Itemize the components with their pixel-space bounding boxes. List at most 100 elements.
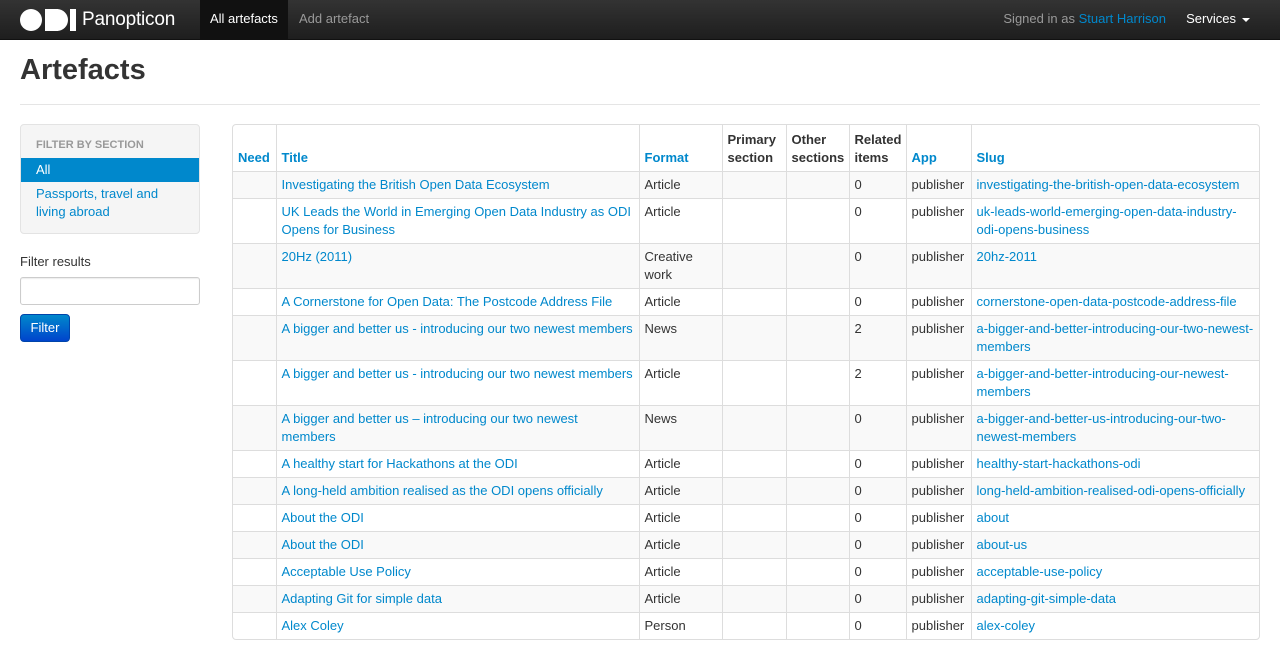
cell-slug[interactable]: healthy-start-hackathons-odi	[970, 449, 1259, 477]
cell-need	[233, 242, 276, 288]
cell-primary-section	[721, 404, 786, 450]
cell-app: publisher	[905, 197, 971, 243]
table-row: Alex Coley Person 0 publisher alex-coley	[233, 611, 1259, 639]
cell-app: publisher	[905, 287, 971, 315]
filter-results-label: Filter results	[20, 254, 91, 269]
column-slug[interactable]: Slug	[970, 125, 1259, 171]
signed-in-prefix: Signed in as	[1003, 11, 1075, 26]
cell-title[interactable]: About the ODI	[275, 530, 639, 558]
cell-title[interactable]: A healthy start for Hackathons at the OD…	[275, 449, 639, 477]
cell-related-items: 0	[848, 530, 906, 558]
cell-primary-section	[721, 584, 786, 612]
column-format[interactable]: Format	[638, 125, 722, 171]
cell-primary-section	[721, 170, 786, 198]
column-title[interactable]: Title	[275, 125, 639, 171]
cell-title[interactable]: About the ODI	[275, 503, 639, 531]
table-row: Acceptable Use Policy Article 0 publisher ac…	[233, 557, 1259, 585]
cell-title[interactable]: A bigger and better us – introducing our…	[275, 404, 639, 450]
cell-related-items: 2	[848, 359, 906, 405]
signed-in-text: Signed in as Stuart Harrison	[1003, 0, 1166, 38]
cell-related-items: 0	[848, 404, 906, 450]
cell-app: publisher	[905, 359, 971, 405]
cell-slug[interactable]: a-bigger-and-better-us-introducing-our-t…	[970, 404, 1259, 450]
table-row: A Cornerstone for Open Data: The Postcod…	[233, 287, 1259, 315]
cell-other-sections	[785, 404, 849, 450]
cell-title[interactable]: Adapting Git for simple data	[275, 584, 639, 612]
cell-slug[interactable]: a-bigger-and-better-introducing-our-two-…	[970, 314, 1259, 360]
table-row: A long-held ambition realised as the ODI…	[233, 476, 1259, 504]
cell-related-items: 0	[848, 170, 906, 198]
cell-slug[interactable]: alex-coley	[970, 611, 1259, 639]
cell-other-sections	[785, 476, 849, 504]
cell-primary-section	[721, 197, 786, 243]
cell-slug[interactable]: cornerstone-open-data-postcode-address-f…	[970, 287, 1259, 315]
cell-format: Article	[638, 197, 722, 243]
cell-slug[interactable]: about	[970, 503, 1259, 531]
cell-title[interactable]: Investigating the British Open Data Ecos…	[275, 170, 639, 198]
cell-title[interactable]: Acceptable Use Policy	[275, 557, 639, 585]
cell-related-items: 0	[848, 503, 906, 531]
cell-primary-section	[721, 557, 786, 585]
cell-slug[interactable]: long-held-ambition-realised-odi-opens-of…	[970, 476, 1259, 504]
column-app[interactable]: App	[905, 125, 971, 171]
table-row: A bigger and better us - introducing our…	[233, 314, 1259, 360]
cell-format: News	[638, 314, 722, 360]
cell-related-items: 0	[848, 197, 906, 243]
cell-related-items: 0	[848, 287, 906, 315]
cell-app: publisher	[905, 170, 971, 198]
cell-need	[233, 197, 276, 243]
page-title: Artefacts	[20, 54, 146, 86]
user-link[interactable]: Stuart Harrison	[1079, 11, 1166, 26]
cell-app: publisher	[905, 503, 971, 531]
cell-slug[interactable]: a-bigger-and-better-introducing-our-newe…	[970, 359, 1259, 405]
cell-app: publisher	[905, 476, 971, 504]
cell-slug[interactable]: about-us	[970, 530, 1259, 558]
cell-title[interactable]: UK Leads the World in Emerging Open Data…	[275, 197, 639, 243]
table-row: Investigating the British Open Data Ecos…	[233, 170, 1259, 198]
cell-app: publisher	[905, 557, 971, 585]
cell-primary-section	[721, 611, 786, 639]
cell-slug[interactable]: uk-leads-world-emerging-open-data-indust…	[970, 197, 1259, 243]
filter-button[interactable]: Filter	[20, 314, 70, 342]
cell-other-sections	[785, 197, 849, 243]
cell-app: publisher	[905, 584, 971, 612]
cell-app: publisher	[905, 404, 971, 450]
cell-format: Article	[638, 530, 722, 558]
services-dropdown[interactable]: Services	[1186, 0, 1250, 38]
brand-name: Panopticon	[82, 9, 176, 30]
cell-title[interactable]: 20Hz (2011)	[275, 242, 639, 288]
cell-app: publisher	[905, 314, 971, 360]
cell-need	[233, 449, 276, 477]
cell-primary-section	[721, 242, 786, 288]
cell-other-sections	[785, 611, 849, 639]
nav-all-artefacts[interactable]: All artefacts	[200, 0, 288, 40]
cell-need	[233, 530, 276, 558]
odi-logo	[20, 8, 76, 32]
cell-other-sections	[785, 242, 849, 288]
cell-title[interactable]: A Cornerstone for Open Data: The Postcod…	[275, 287, 639, 315]
filter-results-input[interactable]	[20, 277, 200, 305]
cell-app: publisher	[905, 449, 971, 477]
cell-related-items: 2	[848, 314, 906, 360]
column-need[interactable]: Need	[233, 125, 276, 171]
cell-slug[interactable]: adapting-git-simple-data	[970, 584, 1259, 612]
filter-item-all[interactable]: All	[21, 158, 199, 182]
nav-add-artefact[interactable]: Add artefact	[289, 0, 379, 40]
cell-slug[interactable]: 20hz-2011	[970, 242, 1259, 288]
cell-format: Article	[638, 287, 722, 315]
cell-slug[interactable]: investigating-the-british-open-data-ecos…	[970, 170, 1259, 198]
cell-app: publisher	[905, 611, 971, 639]
table-row: A bigger and better us – introducing our…	[233, 404, 1259, 450]
brand[interactable]: Panopticon	[20, 6, 175, 34]
cell-other-sections	[785, 503, 849, 531]
cell-title[interactable]: A bigger and better us - introducing our…	[275, 359, 639, 405]
cell-related-items: 0	[848, 584, 906, 612]
cell-slug[interactable]: acceptable-use-policy	[970, 557, 1259, 585]
cell-title[interactable]: Alex Coley	[275, 611, 639, 639]
cell-other-sections	[785, 314, 849, 360]
cell-title[interactable]: A bigger and better us - introducing our…	[275, 314, 639, 360]
cell-other-sections	[785, 287, 849, 315]
table-row: UK Leads the World in Emerging Open Data…	[233, 197, 1259, 243]
cell-title[interactable]: A long-held ambition realised as the ODI…	[275, 476, 639, 504]
filter-item-passports[interactable]: Passports, travel and living abroad	[36, 185, 186, 221]
